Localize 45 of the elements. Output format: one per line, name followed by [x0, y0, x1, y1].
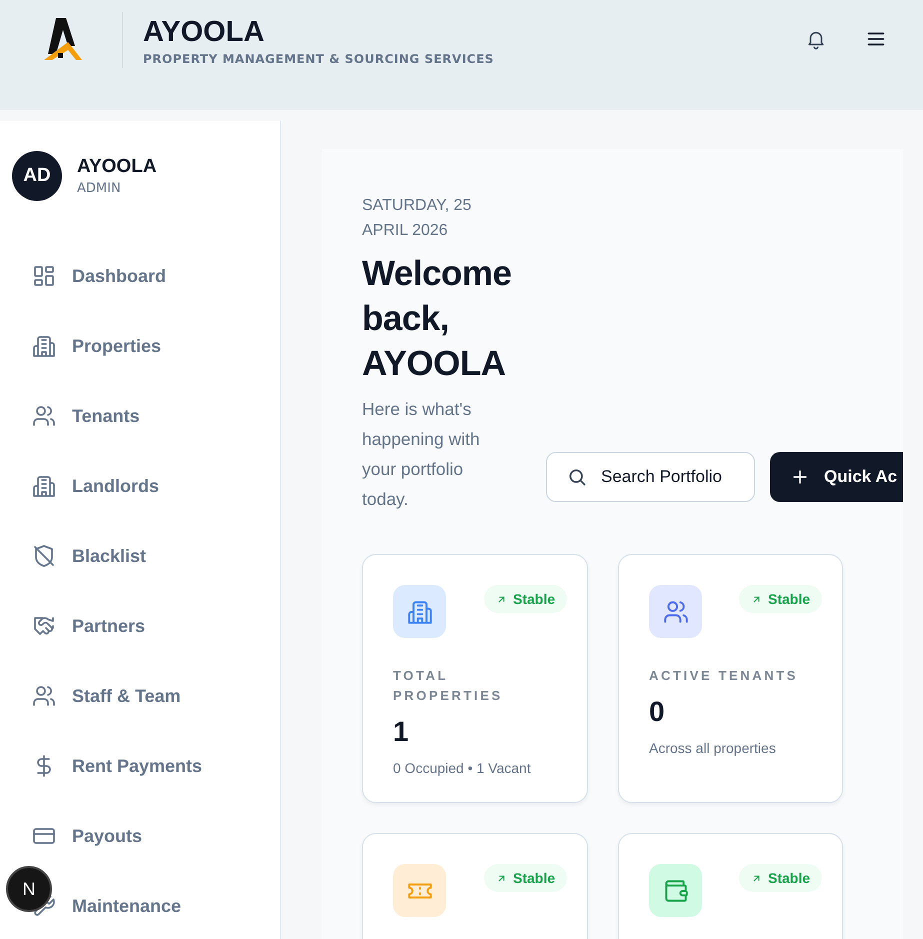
stat-value: 0 — [649, 696, 665, 728]
search-button[interactable]: Search Portfolio — [546, 452, 755, 502]
stat-note: 0 Occupied • 1 Vacant — [393, 760, 531, 776]
stat-note: Across all properties — [649, 740, 776, 756]
user-role: ADMIN — [77, 181, 122, 196]
trend-arrow-icon — [496, 872, 507, 884]
current-date: SATURDAY, 25 APRIL 2026 — [362, 196, 472, 241]
trend-arrow-icon — [750, 594, 762, 604]
badge-label: Stable — [768, 591, 810, 607]
handshake-icon — [32, 614, 56, 638]
sidebar-item[interactable]: Properties — [72, 336, 162, 356]
badge-label: Stable — [768, 870, 810, 886]
quick-action-button[interactable]: Quick Ac — [770, 452, 903, 502]
users-icon — [32, 404, 56, 428]
logo-icon — [42, 16, 82, 60]
users-icon — [32, 684, 56, 708]
user-name: AYOOLA — [77, 156, 157, 178]
wallet-icon — [662, 878, 688, 904]
brand-name: AYOOLA — [143, 16, 266, 48]
trend-arrow-icon — [750, 872, 762, 884]
stat-label: TOTAL PROPERTIES — [393, 667, 504, 705]
building-icon — [32, 474, 56, 498]
sidebar-item[interactable]: Landlords — [72, 476, 160, 496]
sidebar-item[interactable]: Tenants — [72, 406, 140, 426]
badge-label: Stable — [512, 591, 555, 607]
trend-arrow-icon — [496, 594, 507, 604]
sidebar-item[interactable]: Dashboard — [72, 266, 166, 286]
badge-label: Stable — [512, 870, 555, 886]
sidebar-item[interactable]: Payouts — [72, 826, 142, 846]
sidebar-item[interactable]: Staff & Team — [72, 686, 181, 706]
welcome-subtitle: Here is what's happening with your portfolio today. — [362, 398, 481, 511]
building-icon — [32, 334, 56, 358]
sidebar-item[interactable]: Partners — [72, 616, 146, 636]
brand-tagline: PROPERTY MANAGEMENT & SOURCING SERVICES — [143, 52, 494, 66]
sidebar-item[interactable]: Maintenance — [72, 896, 182, 916]
stat-label: ACTIVE TENANTS — [649, 667, 798, 685]
grid-icon — [32, 264, 56, 288]
building-icon — [406, 598, 432, 624]
shield-icon — [32, 544, 56, 568]
users-icon — [662, 598, 688, 624]
sidebar-item[interactable]: Rent Payments — [72, 756, 202, 776]
stat-value: 1 — [393, 716, 409, 748]
user-avatar: AD — [12, 151, 62, 201]
sidebar-item[interactable]: Blacklist — [72, 546, 146, 566]
search-icon — [567, 467, 587, 487]
